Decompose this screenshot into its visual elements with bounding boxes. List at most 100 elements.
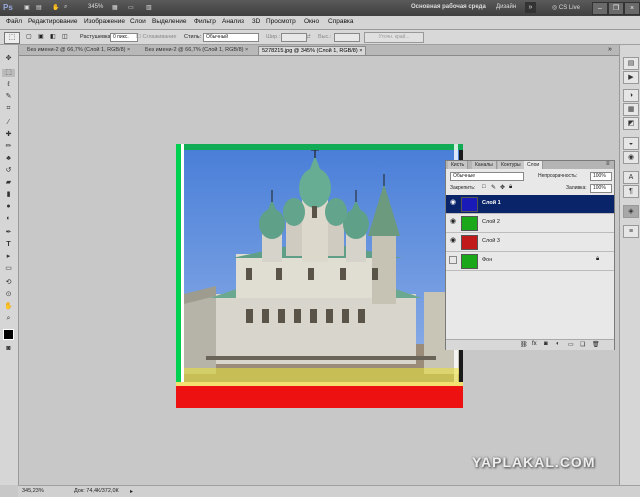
- pen-tool-icon[interactable]: ✒: [2, 229, 15, 237]
- crop-tool-icon[interactable]: ⌗: [2, 105, 15, 113]
- styles-panel-icon[interactable]: ◩: [623, 117, 639, 130]
- foreground-color-swatch[interactable]: [3, 329, 14, 340]
- tab-layers[interactable]: Слои: [524, 161, 544, 169]
- blur-tool-icon[interactable]: ●: [2, 203, 15, 211]
- status-zoom[interactable]: 345,23%: [22, 488, 44, 494]
- lock-transparency-icon[interactable]: □: [482, 184, 486, 190]
- width-input[interactable]: [281, 33, 307, 42]
- lock-pixels-icon[interactable]: ✎: [491, 184, 496, 191]
- dodge-tool-icon[interactable]: ◐: [2, 215, 15, 223]
- swap-icon[interactable]: ⇄: [306, 34, 311, 40]
- antialias-checkbox[interactable]: ☐ Сглаживание: [136, 34, 176, 40]
- menu-3d[interactable]: 3D: [252, 18, 260, 25]
- 3d-orbit-tool-icon[interactable]: ⊙: [2, 291, 15, 299]
- eraser-tool-icon[interactable]: ▰: [2, 179, 15, 187]
- shape-tool-icon[interactable]: ▭: [2, 265, 15, 273]
- history-brush-tool-icon[interactable]: ↺: [2, 167, 15, 175]
- layer-mask-icon[interactable]: ◙: [544, 341, 548, 347]
- layer-style-icon[interactable]: fx: [532, 341, 537, 347]
- intersect-selection-icon[interactable]: ◫: [62, 33, 68, 40]
- path-select-tool-icon[interactable]: ▸: [2, 253, 15, 261]
- gradient-tool-icon[interactable]: ▮: [2, 191, 15, 199]
- add-selection-icon[interactable]: ▣: [38, 33, 44, 40]
- workspace-design[interactable]: Дизайн: [496, 4, 516, 10]
- tab-brush[interactable]: Кисть: [448, 161, 469, 169]
- layers-panel-icon[interactable]: ◈: [623, 205, 639, 218]
- menu-analysis[interactable]: Анализ: [222, 18, 244, 25]
- visibility-toggle-empty[interactable]: [449, 256, 457, 264]
- lock-position-icon[interactable]: ✥: [500, 184, 505, 191]
- adjustment-layer-icon[interactable]: ◐: [556, 341, 560, 347]
- workspace-more-icon[interactable]: »: [525, 2, 536, 13]
- visibility-eye-icon[interactable]: ◉: [449, 218, 457, 226]
- status-menu-icon[interactable]: ▸: [130, 488, 133, 495]
- masks-panel-icon[interactable]: ◉: [623, 151, 639, 164]
- tab-doc-2[interactable]: Без имени-2 @ 66,7% (Слой 1, RGB/8) ×: [142, 46, 251, 54]
- subtract-selection-icon[interactable]: ◧: [50, 33, 56, 40]
- link-layers-icon[interactable]: ⛓︎: [520, 341, 528, 348]
- marquee-tool-icon[interactable]: ⬚: [2, 69, 15, 77]
- menu-view[interactable]: Просмотр: [266, 18, 296, 25]
- marquee-preset-icon[interactable]: ⬚: [4, 32, 20, 44]
- move-tool-icon[interactable]: ✥: [2, 55, 15, 63]
- panel-menu-icon[interactable]: ≡: [606, 161, 610, 167]
- layer-row-background[interactable]: Фон 🔒︎: [446, 252, 614, 271]
- history-panel-icon[interactable]: ▤: [623, 57, 639, 70]
- tab-doc-active[interactable]: 5278215.jpg @ 345% (Слой 1, RGB/8) ×: [258, 46, 367, 55]
- menu-layers[interactable]: Слои: [130, 18, 146, 25]
- channels-panel-icon[interactable]: ≡: [623, 225, 639, 238]
- grid-icon[interactable]: ▦: [112, 4, 118, 11]
- menu-select[interactable]: Выделение: [152, 18, 186, 25]
- feather-input[interactable]: 0 пикс.: [110, 33, 138, 42]
- new-group-icon[interactable]: ▭: [568, 341, 574, 348]
- tabs-overflow-icon[interactable]: »: [608, 46, 612, 53]
- delete-layer-icon[interactable]: 🗑︎: [592, 341, 600, 348]
- stamp-tool-icon[interactable]: ♣: [2, 155, 15, 163]
- menu-edit[interactable]: Редактирование: [28, 18, 78, 25]
- character-panel-icon[interactable]: A: [623, 171, 639, 184]
- 3d-rotate-tool-icon[interactable]: ⟲: [2, 279, 15, 287]
- quick-select-tool-icon[interactable]: ✎: [2, 93, 15, 101]
- type-tool-icon[interactable]: T: [2, 241, 15, 249]
- swatches-panel-icon[interactable]: ▦: [623, 103, 639, 116]
- paragraph-panel-icon[interactable]: ¶: [623, 185, 639, 198]
- quick-mask-icon[interactable]: ◙: [2, 345, 15, 353]
- restore-button[interactable]: ❐: [608, 2, 624, 15]
- eyedropper-tool-icon[interactable]: ⁄: [2, 119, 15, 127]
- zoom-tool-icon[interactable]: ⌕: [64, 4, 67, 11]
- menu-file[interactable]: Файл: [6, 18, 22, 25]
- cslive-button[interactable]: ◎ CS Live: [552, 4, 580, 11]
- document-canvas[interactable]: [176, 144, 463, 408]
- screen-mode-icon[interactable]: ▭: [128, 4, 134, 11]
- healing-tool-icon[interactable]: ✚: [2, 131, 15, 139]
- opacity-input[interactable]: 100%: [590, 172, 612, 181]
- layer-row-1[interactable]: ◉ Слой 1: [446, 195, 614, 214]
- adjustments-panel-icon[interactable]: ◒: [623, 137, 639, 150]
- menu-image[interactable]: Изображение: [84, 18, 125, 25]
- tab-doc-1[interactable]: Без имени-2 @ 66,7% (Слой 1, RGB/8) ×: [24, 46, 133, 54]
- new-layer-icon[interactable]: ❏: [580, 341, 585, 348]
- visibility-eye-icon[interactable]: ◉: [449, 199, 457, 207]
- lock-all-icon[interactable]: 🔒︎: [509, 184, 512, 191]
- close-button[interactable]: ×: [624, 2, 640, 15]
- hand-tool-icon[interactable]: ✋: [2, 303, 15, 311]
- color-panel-icon[interactable]: ◑: [623, 89, 639, 102]
- zoom-level[interactable]: 345%: [88, 4, 103, 10]
- menu-window[interactable]: Окно: [304, 18, 319, 25]
- refine-edge-button[interactable]: Уточн. край...: [364, 32, 424, 43]
- lasso-tool-icon[interactable]: ℓ: [2, 81, 15, 89]
- height-input[interactable]: [334, 33, 360, 42]
- new-selection-icon[interactable]: ▢: [26, 33, 32, 40]
- fill-input[interactable]: 100%: [590, 184, 612, 193]
- layer-row-3[interactable]: ◉ Слой 3: [446, 233, 614, 252]
- layer-row-2[interactable]: ◉ Слой 2: [446, 214, 614, 233]
- bridge-icon[interactable]: ▣: [24, 4, 30, 11]
- hand-icon[interactable]: ✋: [52, 4, 59, 11]
- tab-paths[interactable]: Контуры: [498, 161, 525, 169]
- brush-tool-icon[interactable]: ✏: [2, 143, 15, 151]
- style-select[interactable]: Обычный: [203, 33, 259, 42]
- arrange-icon[interactable]: ▥: [146, 4, 152, 11]
- minimize-button[interactable]: –: [592, 2, 608, 15]
- zoom-tool-icon[interactable]: ⌕: [2, 315, 15, 323]
- tab-channels[interactable]: Каналы: [472, 161, 497, 169]
